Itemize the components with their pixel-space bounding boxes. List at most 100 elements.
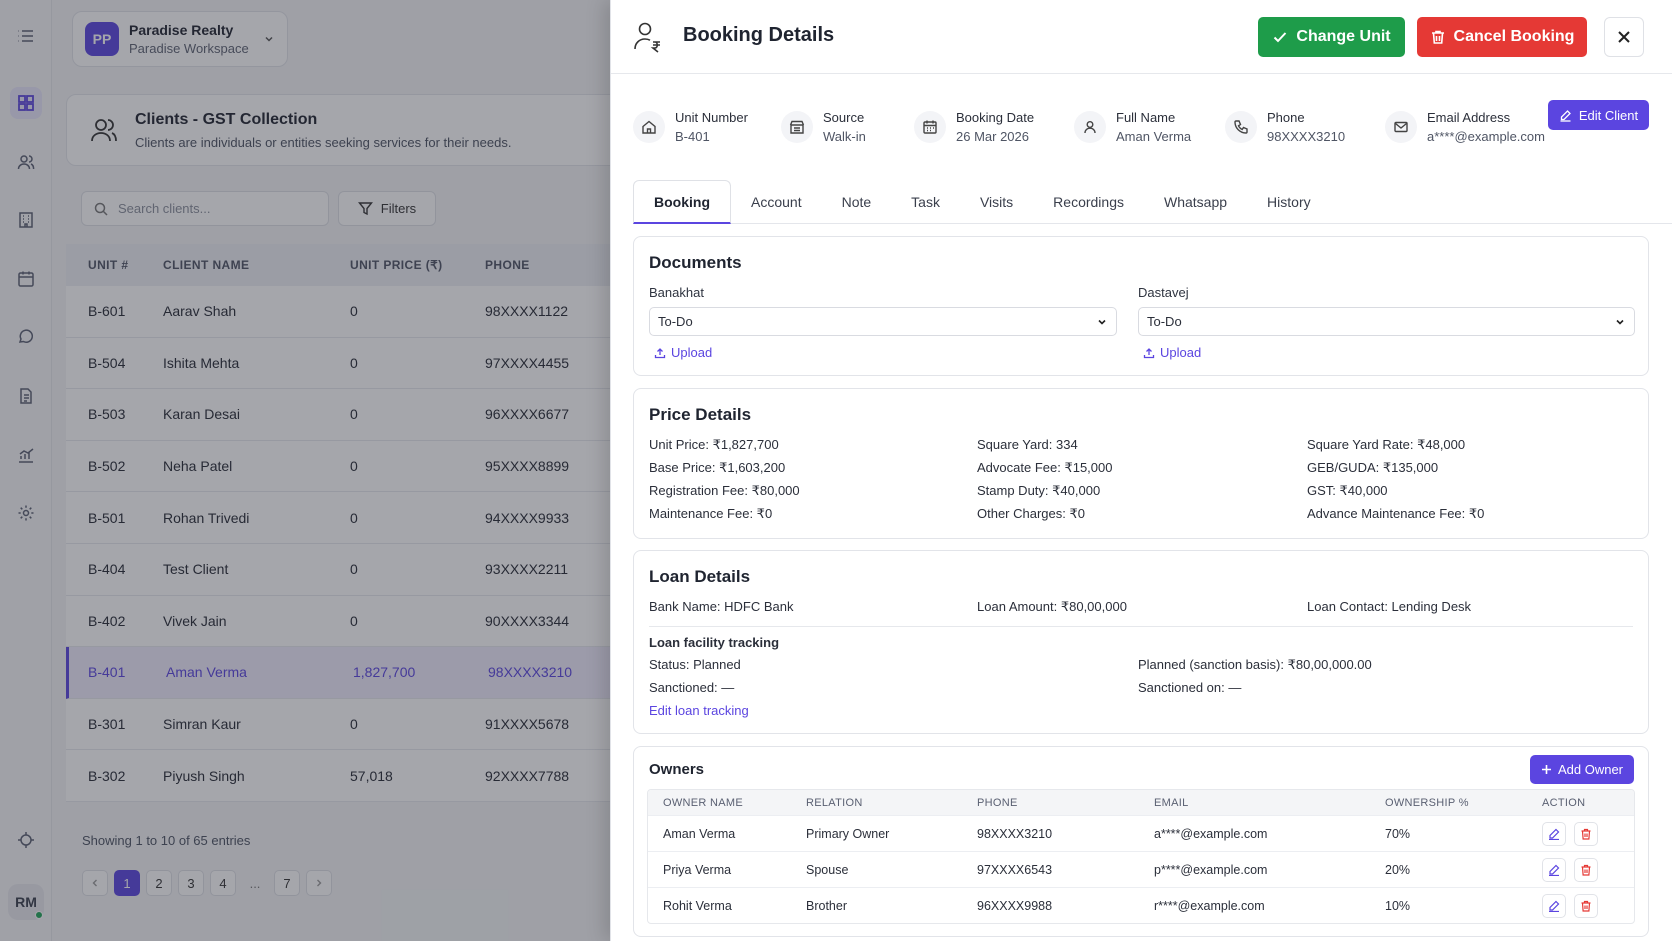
price-item: Other Charges: ₹0	[977, 506, 1085, 521]
column-header: OWNERSHIP %	[1385, 796, 1469, 809]
tab-note[interactable]: Note	[822, 180, 892, 224]
change-unit-button[interactable]: Change Unit	[1258, 17, 1405, 57]
booking-info-row: Unit Number B-401 Source Walk-in Booking D…	[633, 110, 1643, 160]
change-unit-label: Change Unit	[1296, 28, 1391, 45]
tab-task[interactable]: Task	[891, 180, 960, 224]
owner-relation: Primary Owner	[806, 826, 890, 841]
modal-backdrop[interactable]	[0, 0, 610, 941]
mail-icon	[1385, 111, 1417, 143]
tab-history[interactable]: History	[1247, 180, 1331, 224]
delete-owner-button[interactable]	[1574, 857, 1598, 882]
edit-icon	[1548, 864, 1560, 876]
owner-email: a****@example.com	[1154, 826, 1268, 841]
chevron-down-icon	[1096, 316, 1108, 328]
booking-details-drawer: Booking Details Change Unit Cancel Booki…	[610, 0, 1672, 941]
price-item: Base Price: ₹1,603,200	[649, 460, 786, 475]
info-value: Walk-in	[823, 129, 866, 144]
loan-sanctioned-on: Sanctioned on: —	[1138, 680, 1242, 695]
loan-status: Status: Planned	[649, 657, 741, 672]
owners-card: Owners Add Owner OWNER NAME RELATION PHO…	[633, 746, 1649, 937]
loan-details-card: Loan Details Bank Name: HDFC Bank Loan A…	[633, 550, 1649, 734]
loan-bank-name: Bank Name: HDFC Bank	[649, 599, 794, 614]
drawer-title: Booking Details	[683, 24, 835, 46]
cancel-booking-button[interactable]: Cancel Booking	[1417, 17, 1587, 57]
delete-owner-button[interactable]	[1574, 821, 1598, 846]
price-item: Square Yard: 334	[977, 437, 1078, 452]
loan-details-title: Loan Details	[649, 567, 751, 586]
owners-table-header: OWNER NAME RELATION PHONE EMAIL OWNERSHI…	[648, 790, 1634, 815]
edit-owner-button[interactable]	[1542, 857, 1566, 882]
trash-icon	[1580, 864, 1592, 876]
loan-planned-amount: Planned (sanction basis): ₹80,00,000.00	[1138, 657, 1372, 672]
price-item: Registration Fee: ₹80,000	[649, 483, 800, 498]
owner-name: Aman Verma	[663, 826, 736, 841]
upload-icon	[1143, 347, 1155, 359]
info-label: Source	[823, 110, 865, 125]
user-rupee-icon	[633, 20, 663, 54]
info-value: a****@example.com	[1427, 129, 1545, 144]
tab-booking[interactable]: Booking	[633, 180, 731, 224]
check-icon	[1272, 29, 1288, 45]
info-booking-date: Booking Date 26 Mar 2026	[914, 110, 1034, 144]
banakhat-upload-link[interactable]: Upload	[654, 345, 712, 360]
price-item: Maintenance Fee: ₹0	[649, 506, 773, 521]
column-header: RELATION	[806, 796, 863, 809]
dastavej-value: To-Do	[1147, 314, 1182, 329]
owners-table: OWNER NAME RELATION PHONE EMAIL OWNERSHI…	[647, 789, 1635, 924]
plus-icon	[1541, 764, 1552, 775]
close-icon	[1616, 29, 1632, 45]
price-item: Advocate Fee: ₹15,000	[977, 460, 1113, 475]
drawer-tabs: Booking Account Note Task Visits Recordi…	[633, 180, 1672, 224]
delete-owner-button[interactable]	[1574, 893, 1598, 918]
owner-relation: Spouse	[806, 862, 849, 877]
close-button[interactable]	[1604, 17, 1644, 57]
owner-email: r****@example.com	[1154, 898, 1265, 913]
edit-owner-button[interactable]	[1542, 893, 1566, 918]
upload-label: Upload	[1160, 345, 1202, 360]
info-value: 26 Mar 2026	[956, 129, 1029, 144]
price-details-card: Price Details Unit Price: ₹1,827,700 Squ…	[633, 388, 1649, 539]
add-owner-label: Add Owner	[1557, 762, 1624, 777]
info-value: 98XXXX3210	[1267, 129, 1346, 144]
add-owner-button[interactable]: Add Owner	[1530, 755, 1634, 784]
owner-phone: 97XXXX6543	[977, 862, 1053, 877]
banakhat-select[interactable]: To-Do	[649, 307, 1117, 336]
owner-email: p****@example.com	[1154, 862, 1268, 877]
info-label: Full Name	[1116, 110, 1176, 125]
price-item: Stamp Duty: ₹40,000	[977, 483, 1101, 498]
edit-loan-tracking-link[interactable]: Edit loan tracking	[649, 703, 749, 718]
price-item: Square Yard Rate: ₹48,000	[1307, 437, 1466, 452]
column-header: ACTION	[1542, 796, 1586, 809]
home-icon	[633, 111, 665, 143]
tab-account[interactable]: Account	[731, 180, 822, 224]
tab-recordings[interactable]: Recordings	[1033, 180, 1144, 224]
dastavej-label: Dastavej	[1138, 285, 1189, 300]
drawer-header: Booking Details Change Unit Cancel Booki…	[611, 0, 1672, 74]
trash-icon	[1430, 29, 1446, 45]
tab-whatsapp[interactable]: Whatsapp	[1144, 180, 1247, 224]
info-label: Email Address	[1427, 110, 1511, 125]
info-source: Source Walk-in	[781, 110, 866, 144]
price-item: GEB/GUDA: ₹135,000	[1307, 460, 1439, 475]
owner-phone: 96XXXX9988	[977, 898, 1053, 913]
trash-icon	[1580, 828, 1592, 840]
dastavej-select[interactable]: To-Do	[1138, 307, 1635, 336]
owner-relation: Brother	[806, 898, 847, 913]
column-header: OWNER NAME	[663, 796, 743, 809]
column-header: EMAIL	[1154, 796, 1189, 809]
info-value: Aman Verma	[1116, 129, 1192, 144]
info-label: Booking Date	[956, 110, 1035, 125]
edit-icon	[1548, 828, 1560, 840]
store-icon	[781, 111, 813, 143]
edit-client-label: Edit Client	[1578, 107, 1639, 123]
info-unit-number: Unit Number B-401	[633, 110, 748, 144]
owner-ownership: 10%	[1385, 898, 1411, 913]
owner-phone: 98XXXX3210	[977, 826, 1053, 841]
tab-visits[interactable]: Visits	[960, 180, 1033, 224]
info-label: Unit Number	[675, 110, 748, 125]
dastavej-upload-link[interactable]: Upload	[1143, 345, 1201, 360]
calendar-icon	[914, 111, 946, 143]
edit-client-button[interactable]: Edit Client	[1548, 100, 1649, 130]
column-header: PHONE	[977, 796, 1018, 809]
edit-owner-button[interactable]	[1542, 821, 1566, 846]
